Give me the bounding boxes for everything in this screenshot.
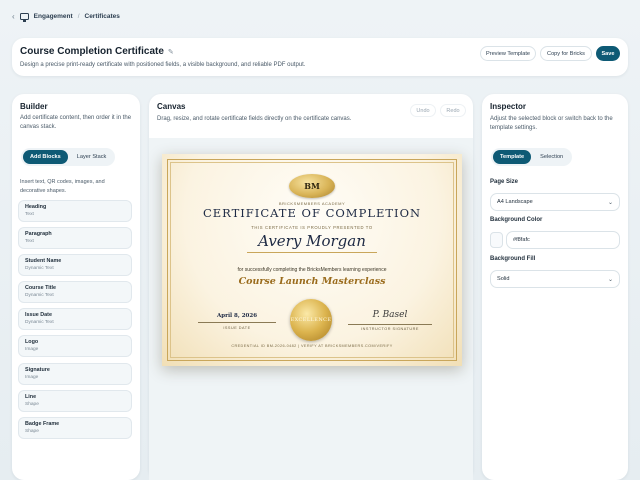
certificate-credential[interactable]: CREDENTIAL ID BM-2026-0482 | VERIFY AT B… [162,344,462,348]
background-fill-label: Background Fill [490,256,536,262]
tab-template[interactable]: Template [493,150,532,164]
block-issue-date[interactable]: Issue Date Dynamic Text [18,308,132,330]
block-course-title[interactable]: Course Title Dynamic Text [18,281,132,303]
canvas-title: Canvas [157,102,186,111]
seal-text: EXCELLENCE [290,317,332,323]
block-paragraph[interactable]: Paragraph Text [18,227,132,249]
block-student-name[interactable]: Student Name Dynamic Text [18,254,132,276]
certificate-issue-date[interactable]: April 8, 2026 [202,313,272,319]
background-color-input[interactable]: #f8fafc [506,231,620,249]
pencil-icon[interactable]: ✎ [168,48,174,56]
page-size-select[interactable]: A4 Landscape ⌄ [490,193,620,211]
breadcrumb: ‹ Engagement / Certificates [12,10,120,22]
redo-button[interactable]: Redo [440,104,466,117]
certificate-name-line [247,252,377,253]
block-signature[interactable]: Signature Image [18,363,132,385]
save-button[interactable]: Save [596,46,620,61]
page-title: Course Completion Certificate ✎ [20,46,174,57]
canvas-subtitle: Drag, resize, and rotate certificate fie… [157,116,352,122]
monitor-icon [19,12,29,22]
builder-title: Builder [20,102,48,111]
page-title-text: Course Completion Certificate [20,46,164,57]
background-color-label: Background Color [490,217,543,223]
breadcrumb-certificates[interactable]: Certificates [85,13,120,20]
preview-template-button[interactable]: Preview Template [480,46,536,61]
certificate-logo[interactable]: BM [289,174,335,198]
certificate-signature[interactable]: P. Basel [350,310,430,320]
chevron-left-icon[interactable]: ‹ [12,12,15,21]
certificate-date-line [198,322,276,323]
chevron-down-icon: ⌄ [607,199,613,206]
certificate-date-label: ISSUE DATE [223,326,251,330]
certificate-signature-label: INSTRUCTOR SIGNATURE [361,327,419,331]
inspector-tabs: Template Selection [491,148,573,166]
certificate-course-title[interactable]: Course Launch Masterclass [162,276,462,287]
breadcrumb-separator: / [77,12,80,20]
page-subtitle: Design a precise print-ready certificate… [20,62,306,68]
copy-for-bricks-button[interactable]: Copy for Bricks [540,46,592,61]
certificate-canvas[interactable]: BM BRICKSMEMBERS ACADEMY CERTIFICATE OF … [162,154,462,366]
tab-selection[interactable]: Selection [533,150,570,164]
block-line[interactable]: Line Shape [18,390,132,412]
certificate-presented-text[interactable]: THIS CERTIFICATE IS PROUDLY PRESENTED TO [162,225,462,230]
certificate-signature-line [348,324,432,325]
builder-tabs: Add Blocks Layer Stack [21,148,116,166]
tab-add-blocks[interactable]: Add Blocks [23,150,68,164]
block-badge-frame[interactable]: Badge Frame Shape [18,417,132,439]
builder-hint: Insert text, QR codes, images, and decor… [20,179,105,194]
builder-subtitle: Add certificate content, then order it i… [20,115,132,130]
page-size-label: Page Size [490,179,519,185]
undo-button[interactable]: Undo [410,104,436,117]
page-size-value: A4 Landscape [497,199,533,205]
tab-layer-stack[interactable]: Layer Stack [70,150,114,164]
certificate-seal-badge[interactable]: EXCELLENCE [290,299,332,341]
header-card: Course Completion Certificate ✎ Design a… [12,38,628,76]
background-fill-value: Solid [497,276,510,282]
chevron-down-icon: ⌄ [607,276,613,283]
block-heading[interactable]: Heading Text [18,200,132,222]
breadcrumb-engagement[interactable]: Engagement [34,13,73,20]
block-logo[interactable]: Logo Image [18,335,132,357]
color-swatch[interactable] [490,232,503,248]
inspector-title: Inspector [490,102,527,111]
inspector-subtitle: Adjust the selected block or switch back… [490,116,613,131]
certificate-heading[interactable]: CERTIFICATE OF COMPLETION [162,206,462,220]
background-fill-select[interactable]: Solid ⌄ [490,270,620,288]
certificate-paragraph[interactable]: for successfully completing the BricksMe… [162,267,462,273]
certificate-student-name[interactable]: Avery Morgan [162,232,462,250]
